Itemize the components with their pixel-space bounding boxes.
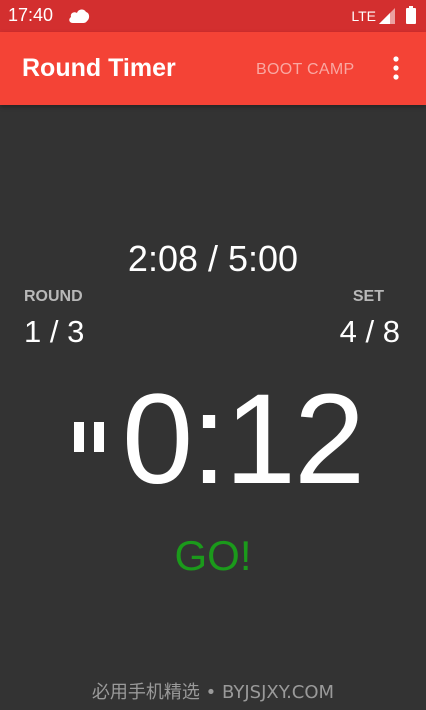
network-type-label: LTE <box>351 8 376 24</box>
app-title: Round Timer <box>22 54 176 82</box>
battery-icon <box>406 6 416 24</box>
set-label: SET <box>352 288 384 305</box>
watermark: 必用手机精选 • BYJSJXY.COM <box>91 682 335 703</box>
total-elapsed-time: 2:08 / 5:00 <box>127 238 299 279</box>
countdown-timer[interactable]: 0:12 <box>122 370 365 510</box>
round-value: 1 / 3 <box>24 314 85 349</box>
pause-icon[interactable] <box>72 420 106 454</box>
status-time: 17:40 <box>8 5 54 25</box>
more-vert-icon[interactable] <box>386 54 406 82</box>
boot-camp-button[interactable]: BOOT CAMP <box>256 61 354 79</box>
signal-icon <box>379 8 395 24</box>
status-text: GO! <box>174 532 252 579</box>
cloud-icon <box>69 9 90 23</box>
status-bar: 17:40 LTE <box>0 0 426 32</box>
round-label: ROUND <box>24 288 83 305</box>
app-bar: Round Timer BOOT CAMP <box>0 32 426 105</box>
set-value: 4 / 8 <box>339 314 400 349</box>
